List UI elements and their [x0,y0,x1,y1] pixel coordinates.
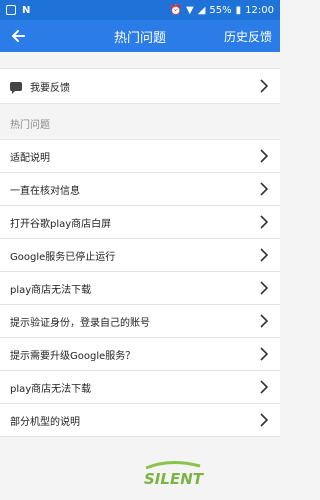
battery-icon: ▮ [235,4,242,16]
list-item-label: play商店无法下载 [10,383,92,395]
alarm-icon: ⏰ [169,4,183,16]
faq-list: 适配说明 一直在核对信息 打开谷歌play商店白屏 Google服务已停止运行 … [0,139,280,437]
feedback-label: 我要反馈 [30,82,70,94]
list-item[interactable]: play商店无法下载 [0,272,280,305]
list-item[interactable]: 一直在核对信息 [0,173,280,206]
message-icon [10,81,22,94]
list-item-label: 一直在核对信息 [10,185,80,197]
list-item[interactable]: Google服务已停止运行 [0,239,280,272]
chevron-right-icon [258,379,270,395]
list-item-label: 部分机型的说明 [10,416,80,428]
list-item-label: 打开谷歌play商店白屏 [10,218,112,230]
notification-icon [6,5,16,15]
chevron-right-icon [258,78,270,94]
chevron-right-icon [258,280,270,296]
list-item[interactable]: 提示验证身份，登录自己的账号 [0,305,280,338]
n-icon: N [22,4,31,16]
wifi-icon: ▼ [186,4,194,16]
app-bar: 热门问题 历史反馈 [0,20,280,52]
watermark-text: SILENT [144,470,205,488]
list-item[interactable]: 部分机型的说明 [0,404,280,437]
chevron-right-icon [258,214,270,230]
list-item-label: 适配说明 [10,152,50,164]
clock: 12:00 [245,4,274,16]
signal-icon: ◢ [197,4,206,16]
list-item[interactable]: 打开谷歌play商店白屏 [0,206,280,239]
list-item-label: 提示验证身份，登录自己的账号 [10,317,150,329]
section-title: 热门问题 [10,120,50,131]
chevron-right-icon [258,313,270,329]
history-feedback-button[interactable]: 历史反馈 [224,28,280,45]
feedback-row[interactable]: 我要反馈 [0,68,280,104]
list-item[interactable]: play商店无法下载 [0,371,280,404]
chevron-right-icon [258,346,270,362]
chevron-right-icon [258,181,270,197]
back-button[interactable] [0,20,36,52]
chevron-right-icon [258,412,270,428]
list-item-label: 提示需要升级Google服务？ [10,350,136,362]
chevron-right-icon [258,148,270,164]
battery-percent: 55% [209,4,232,16]
list-item[interactable]: 提示需要升级Google服务？ [0,338,280,371]
back-arrow-icon [12,30,25,42]
list-item-label: Google服务已停止运行 [10,251,116,263]
watermark-logo: SILENT [140,458,220,494]
list-item-label: play商店无法下载 [10,284,92,296]
list-item[interactable]: 适配说明 [0,140,280,173]
status-bar: N ⏰ ▼ ◢ 55% ▮ 12:00 [0,0,280,20]
chevron-right-icon [258,247,270,263]
